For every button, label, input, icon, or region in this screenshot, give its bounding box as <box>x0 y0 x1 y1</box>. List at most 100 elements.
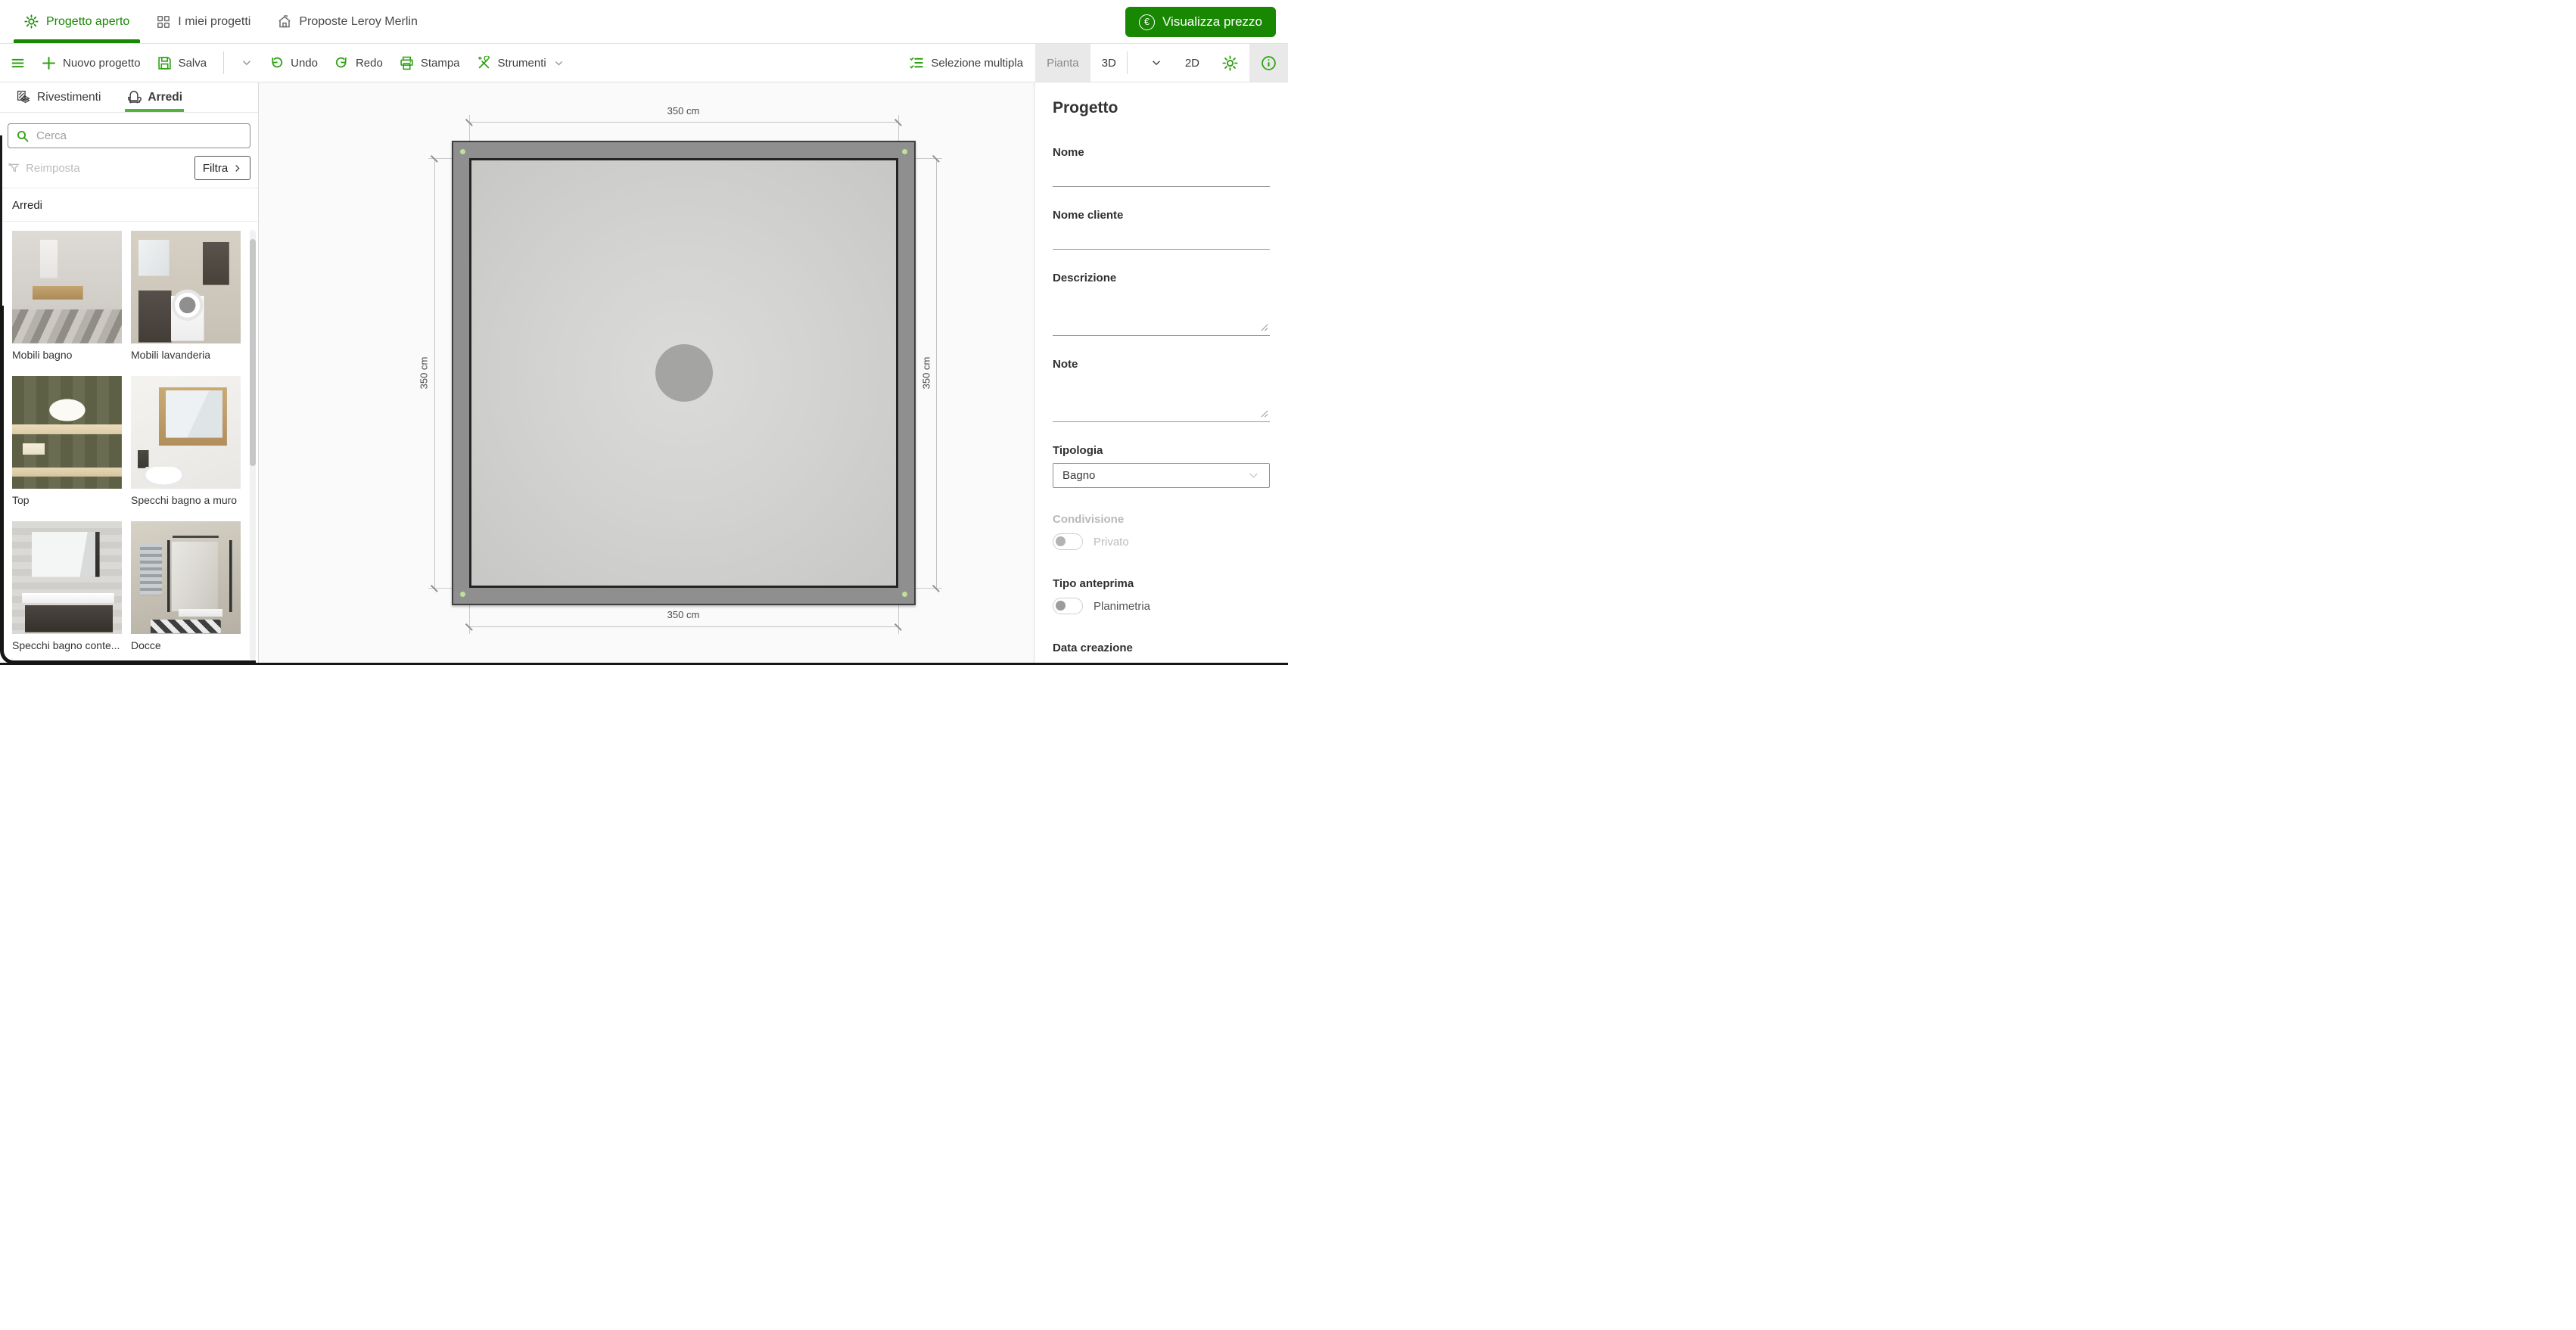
tab-progetto-aperto[interactable]: Progetto aperto <box>11 0 143 43</box>
save-dropdown-chevron-icon[interactable] <box>241 57 253 69</box>
descrizione-textarea[interactable] <box>1053 284 1270 336</box>
view-2d-button[interactable]: 2D <box>1174 44 1211 82</box>
hamburger-icon <box>11 56 25 70</box>
view-3d-label: 3D <box>1102 57 1116 70</box>
product-thumbnail <box>131 521 241 634</box>
armchair-icon <box>126 90 142 105</box>
stampa-button[interactable]: Stampa <box>400 56 460 70</box>
sidebar-scrollbar[interactable] <box>250 230 256 660</box>
tab-proposte-leroy-merlin[interactable]: Proposte Leroy Merlin <box>264 0 431 43</box>
dimension-label-bottom: 350 cm <box>667 609 700 620</box>
dimension-label-right: 350 cm <box>921 357 932 390</box>
info-button[interactable] <box>1249 44 1288 82</box>
grid-tab-icon <box>157 15 170 29</box>
toggle-knob <box>1056 601 1066 611</box>
sidebar-tab-arredi[interactable]: Arredi <box>126 82 182 112</box>
store-tab-icon <box>278 15 291 29</box>
nome-cliente-label: Nome cliente <box>1053 209 1270 222</box>
view-dropdown-chevron-icon[interactable] <box>1139 44 1174 82</box>
undo-icon <box>269 56 284 70</box>
resize-handle-icon[interactable] <box>1260 409 1268 418</box>
stampa-label: Stampa <box>421 57 460 70</box>
dimension-line-right <box>936 158 937 588</box>
tipo-anteprima-toggle[interactable] <box>1053 598 1083 614</box>
product-label: Mobili lavanderia <box>131 343 241 361</box>
tab-label: Progetto aperto <box>46 15 129 29</box>
room-center-handle[interactable] <box>655 344 713 402</box>
top-tab-bar: Progetto aperto I miei progetti Proposte… <box>0 0 1288 44</box>
dimension-label-top: 350 cm <box>667 105 700 117</box>
checklist-icon <box>909 55 924 70</box>
sidebar-tab-rivestimenti[interactable]: Rivestimenti <box>17 82 101 112</box>
product-category-card[interactable]: Docce <box>131 521 241 651</box>
product-thumbnail <box>12 231 122 343</box>
strumenti-label: Strumenti <box>498 57 546 70</box>
dimension-label-left: 350 cm <box>418 357 430 390</box>
nome-label: Nome <box>1053 146 1270 159</box>
product-category-card[interactable]: Mobili lavanderia <box>131 231 241 361</box>
product-label: Specchi bagno a muro <box>131 489 241 506</box>
undo-button[interactable]: Undo <box>269 56 318 70</box>
product-grid: Mobili bagno Mobili lavanderia Top Specc… <box>0 222 258 651</box>
resize-handle-icon[interactable] <box>1260 323 1268 331</box>
settings-button[interactable] <box>1211 44 1249 82</box>
visualizza-prezzo-button[interactable]: € Visualizza prezzo <box>1125 7 1276 37</box>
save-icon <box>157 56 172 70</box>
redo-icon <box>334 56 349 70</box>
project-panel: Progetto Nome Nome cliente Descrizione N… <box>1034 82 1288 665</box>
product-category-card[interactable]: Mobili bagno <box>12 231 122 361</box>
condivisione-toggle[interactable] <box>1053 533 1083 550</box>
nuovo-progetto-label: Nuovo progetto <box>63 57 141 70</box>
nome-cliente-input[interactable] <box>1053 222 1270 250</box>
redo-label: Redo <box>356 57 383 70</box>
wall-corner-handle[interactable] <box>902 149 907 154</box>
note-textarea[interactable] <box>1053 371 1270 422</box>
tiles-icon <box>17 90 31 104</box>
toolbar-divider <box>223 51 224 74</box>
sidebar-tab-label: Arredi <box>148 91 182 104</box>
salva-button[interactable]: Salva <box>157 56 207 70</box>
dimension-line-left <box>434 158 435 588</box>
nuovo-progetto-button[interactable]: Nuovo progetto <box>42 56 141 70</box>
extension-line <box>898 605 899 634</box>
extension-line <box>469 605 470 634</box>
gear-icon <box>1222 55 1238 71</box>
strumenti-button[interactable]: Strumenti <box>477 56 565 70</box>
view-3d-button[interactable]: 3D <box>1090 44 1139 82</box>
reimposta-button[interactable]: Reimposta <box>8 162 80 175</box>
tab-i-miei-progetti[interactable]: I miei progetti <box>143 0 264 43</box>
selezione-multipla-button[interactable]: Selezione multipla <box>909 55 1023 70</box>
tipologia-select[interactable]: Bagno <box>1053 463 1270 488</box>
view-pianta-button[interactable]: Pianta <box>1035 44 1090 82</box>
redo-button[interactable]: Redo <box>334 56 383 70</box>
product-thumbnail <box>12 376 122 489</box>
product-label: Mobili bagno <box>12 343 122 361</box>
menu-button[interactable] <box>11 56 25 70</box>
condivisione-value: Privato <box>1094 536 1129 548</box>
wall-corner-handle[interactable] <box>902 592 907 597</box>
view-2d-label: 2D <box>1185 57 1199 70</box>
window-bottom-edge <box>0 663 1288 665</box>
filtra-button[interactable]: Filtra <box>194 156 250 180</box>
tipo-anteprima-value: Planimetria <box>1094 600 1150 613</box>
product-category-card[interactable]: Top <box>12 376 122 506</box>
wall-corner-handle[interactable] <box>460 149 465 154</box>
product-thumbnail <box>131 376 241 489</box>
nome-input[interactable] <box>1053 159 1270 187</box>
product-category-card[interactable]: Specchi bagno a muro <box>131 376 241 506</box>
product-label: Specchi bagno conte... <box>12 634 122 651</box>
extension-line <box>469 115 470 141</box>
product-category-card[interactable]: Specchi bagno conte... <box>12 521 122 651</box>
tipo-anteprima-label: Tipo anteprima <box>1053 577 1270 590</box>
info-icon <box>1261 55 1277 71</box>
floorplan-canvas[interactable]: 350 cm 350 cm 350 cm 350 cm <box>259 82 1034 665</box>
toggle-knob <box>1056 536 1066 546</box>
panel-title: Progetto <box>1053 99 1270 117</box>
product-thumbnail <box>12 521 122 634</box>
extension-line <box>428 158 452 159</box>
scrollbar-thumb[interactable] <box>250 239 256 466</box>
search-input[interactable] <box>36 129 242 142</box>
wall-corner-handle[interactable] <box>460 592 465 597</box>
view-divider <box>1127 51 1128 74</box>
extension-line <box>916 158 942 159</box>
